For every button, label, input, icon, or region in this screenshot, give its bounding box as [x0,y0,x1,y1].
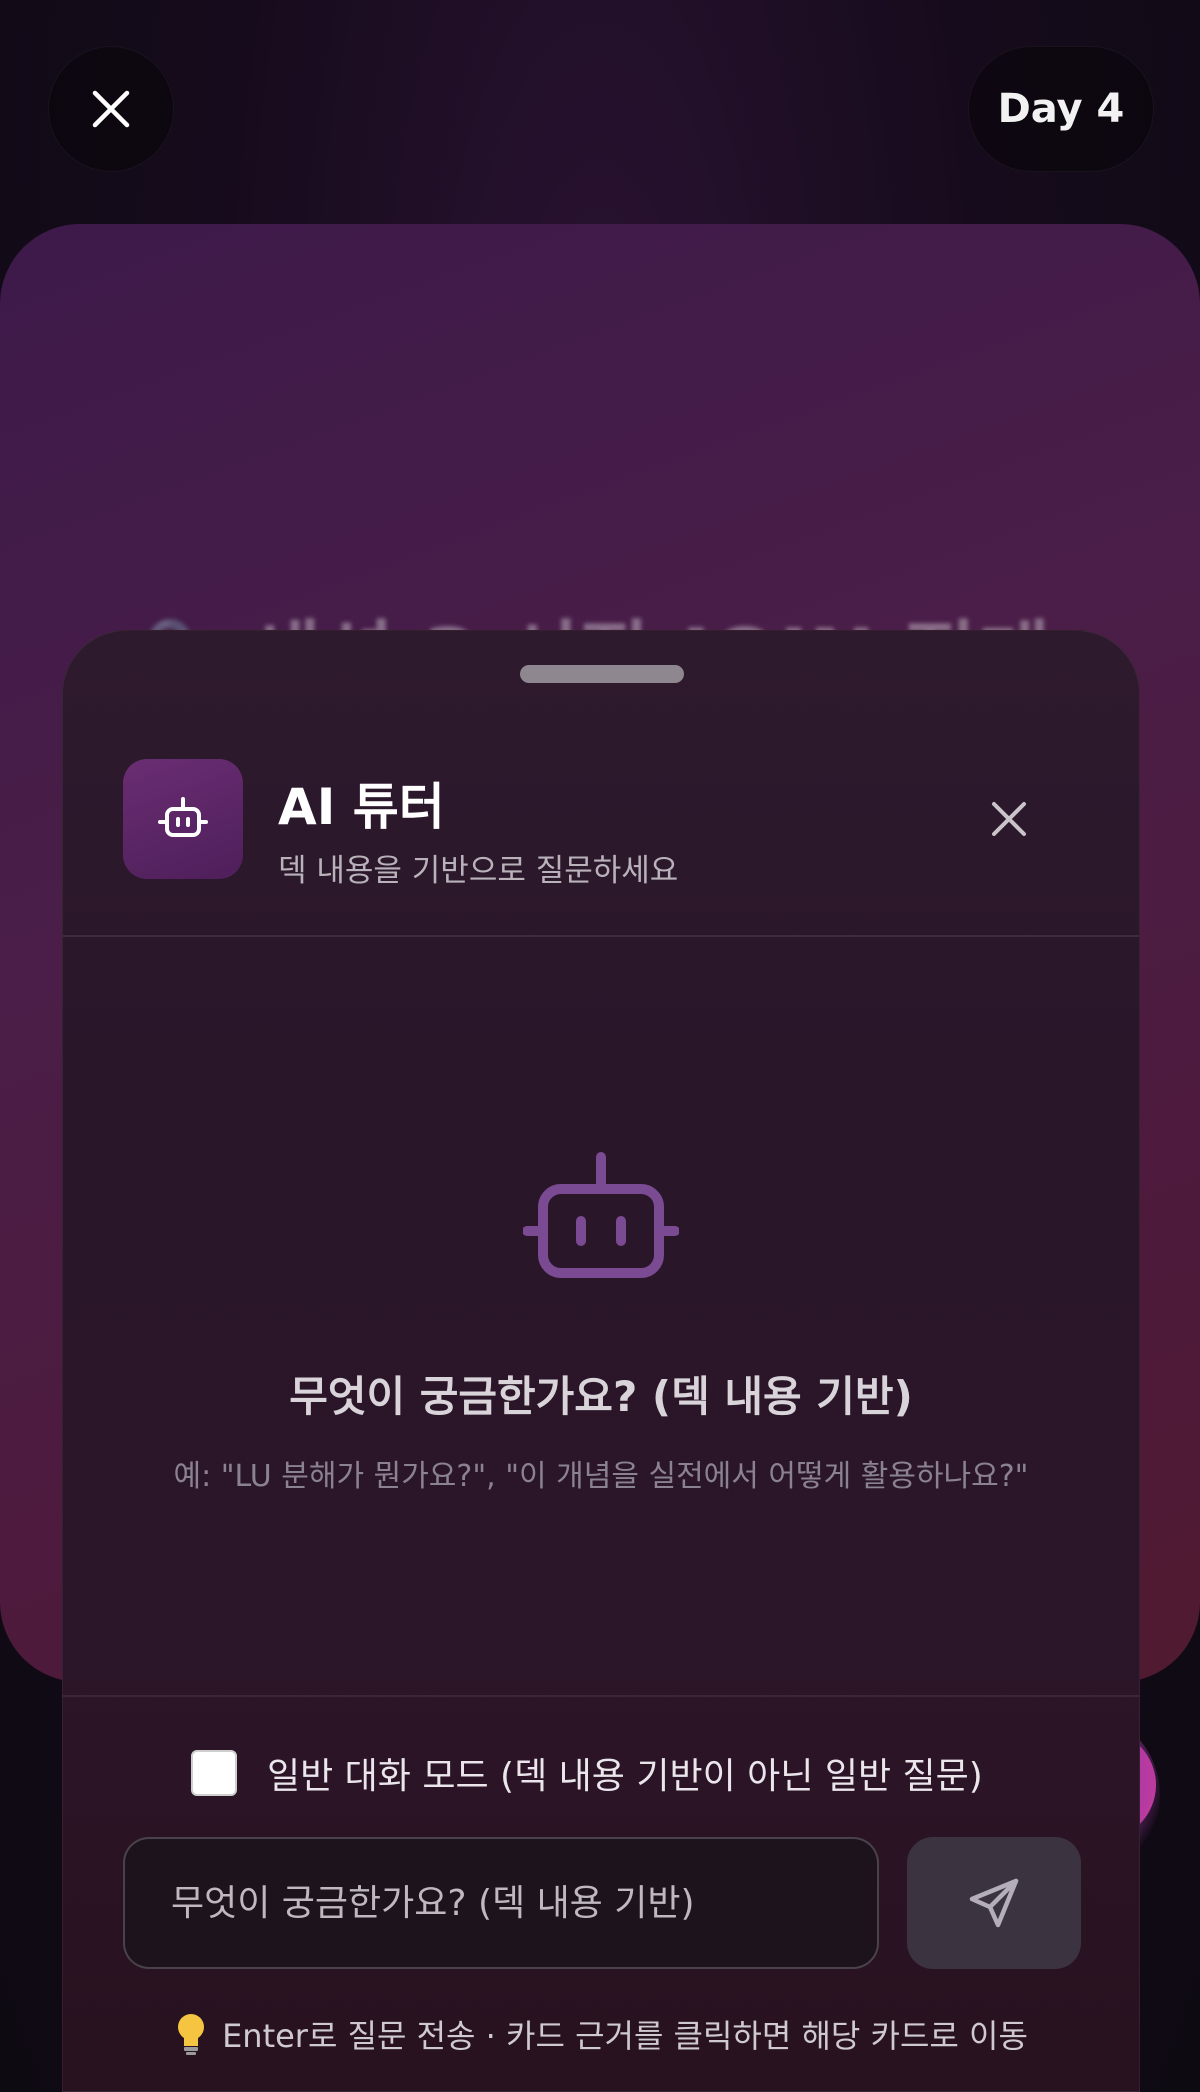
sheet-drag-handle[interactable] [520,665,684,683]
header-divider [63,935,1139,937]
general-mode-label: 일반 대화 모드 (덱 내용 기반이 아닌 일반 질문) [267,1756,983,1797]
close-icon [92,90,130,128]
general-mode-checkbox[interactable] [191,1750,237,1796]
robot-icon [158,797,208,837]
empty-state-hint: 예: "LU 분해가 뭔가요?", "이 개념을 실전에서 어떻게 활용하나요?… [173,1459,1029,1494]
day-badge[interactable]: Day 4 [968,46,1154,172]
sheet-close-button[interactable] [971,781,1047,857]
ai-tutor-sheet: AI 튜터 덱 내용을 기반으로 질문하세요 무엇이 궁금한가요? (덱 내용 … [62,630,1140,2092]
composer-divider [63,1695,1139,1697]
empty-state-title: 무엇이 궁금한가요? (덱 내용 기반) [289,1372,913,1421]
footer-hint: Enter로 질문 전송 · 카드 근거를 클릭하면 해당 카드로 이동 [63,2011,1139,2057]
day-label: Day 4 [997,86,1125,132]
close-icon [992,802,1026,836]
tutor-title: AI 튜터 [278,778,445,836]
top-close-button[interactable] [48,46,174,172]
footer-hint-text: Enter로 질문 전송 · 카드 근거를 클릭하면 해당 카드로 이동 [222,2017,1028,2055]
send-icon [969,1878,1019,1928]
lightbulb-icon [178,2014,205,2055]
general-mode-toggle[interactable]: 일반 대화 모드 (덱 내용 기반이 아닌 일반 질문) [191,1747,983,1799]
robot-icon [523,1152,679,1278]
send-button[interactable] [907,1837,1081,1969]
tutor-subtitle: 덱 내용을 기반으로 질문하세요 [278,853,679,889]
tutor-avatar [123,759,243,879]
question-input[interactable] [123,1837,879,1969]
